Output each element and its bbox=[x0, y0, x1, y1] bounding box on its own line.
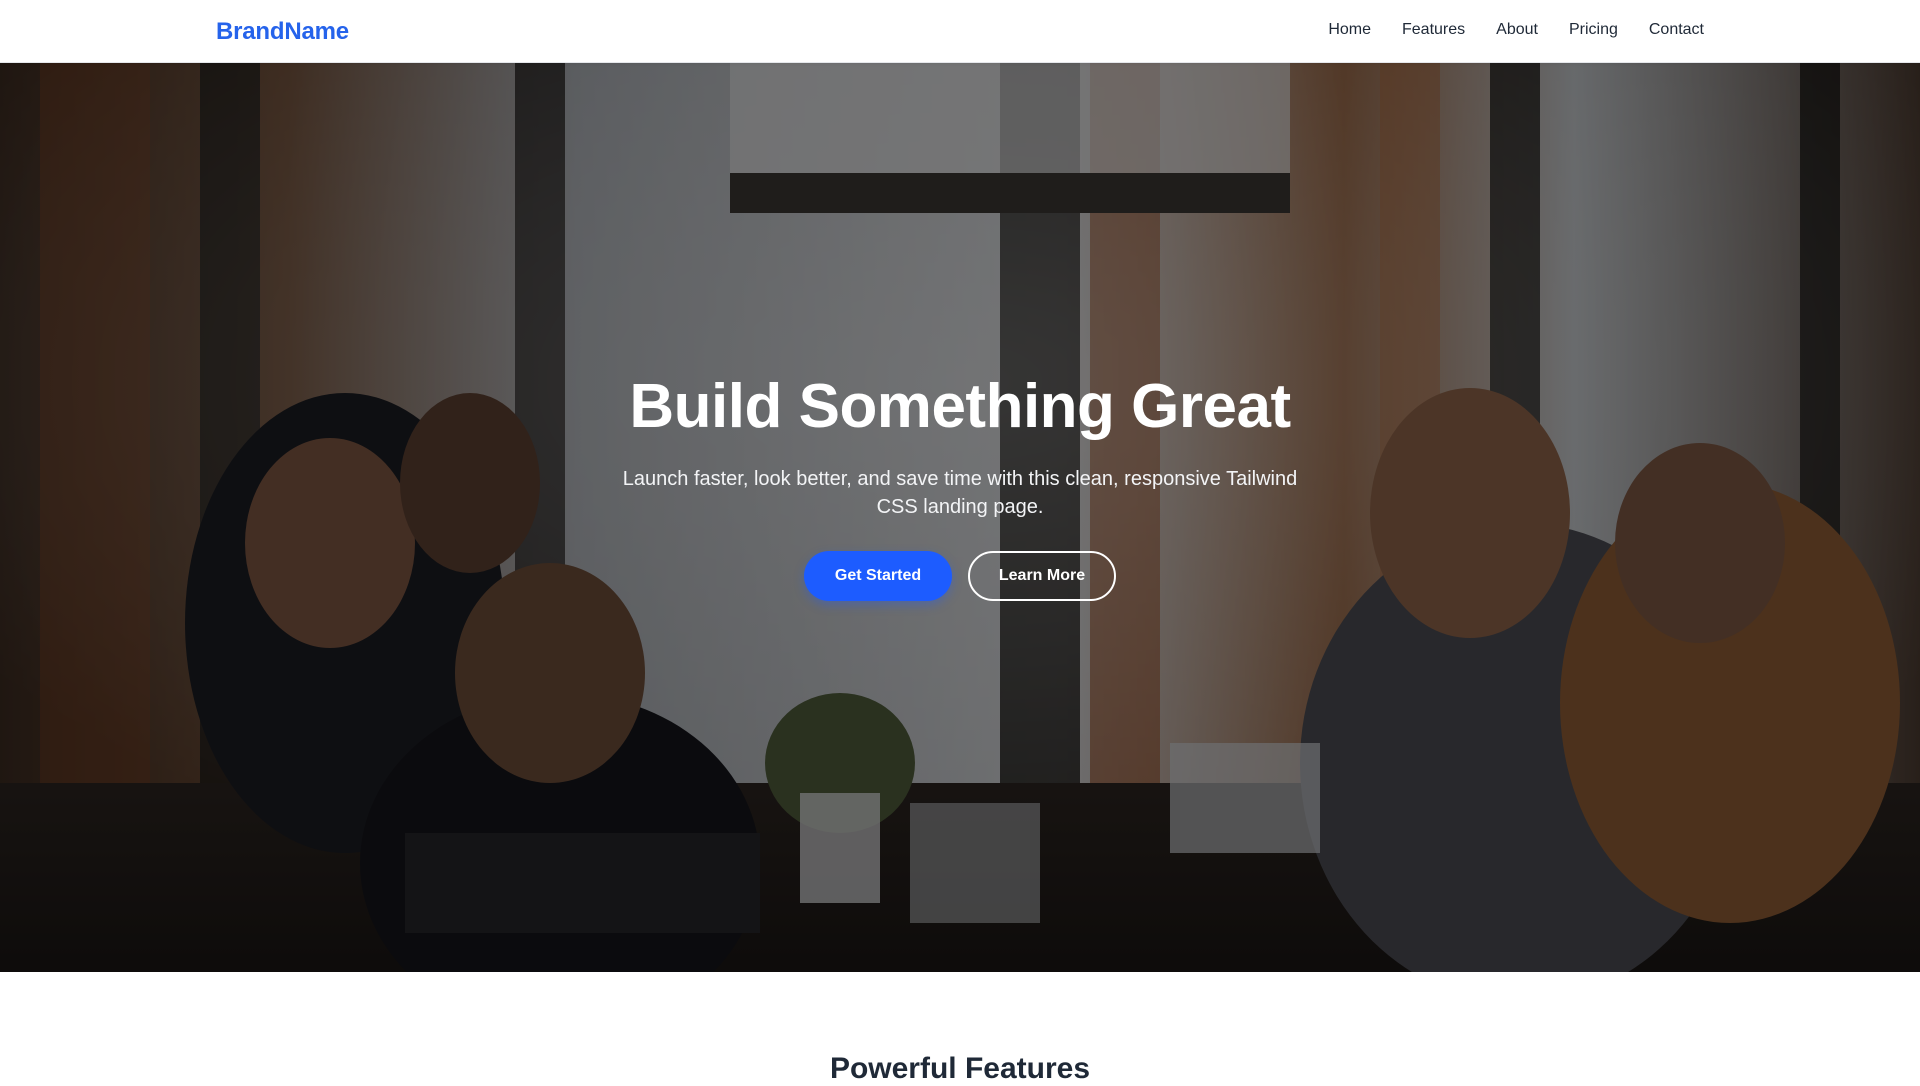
navbar: BrandName Home Features About Pricing Co… bbox=[0, 0, 1920, 63]
hero-section: Build Something Great Launch faster, loo… bbox=[0, 63, 1920, 972]
brand-logo[interactable]: BrandName bbox=[216, 18, 349, 46]
hero-buttons: Get Started Learn More bbox=[560, 551, 1360, 602]
hero-subtitle: Launch faster, look better, and save tim… bbox=[622, 468, 1298, 519]
nav-link-home[interactable]: Home bbox=[1328, 21, 1371, 39]
nav-link-features[interactable]: Features bbox=[1402, 21, 1465, 39]
nav-link-about[interactable]: About bbox=[1496, 21, 1538, 39]
hero-content: Build Something Great Launch faster, loo… bbox=[560, 372, 1360, 602]
hero-title: Build Something Great bbox=[629, 372, 1291, 441]
nav-link-contact[interactable]: Contact bbox=[1649, 21, 1704, 39]
features-title: Powerful Features bbox=[829, 1052, 1091, 1085]
nav-links: Home Features About Pricing Contact bbox=[1328, 21, 1704, 39]
nav-link-pricing[interactable]: Pricing bbox=[1569, 21, 1618, 39]
get-started-button[interactable]: Get Started bbox=[804, 551, 952, 602]
learn-more-button[interactable]: Learn More bbox=[968, 551, 1116, 602]
